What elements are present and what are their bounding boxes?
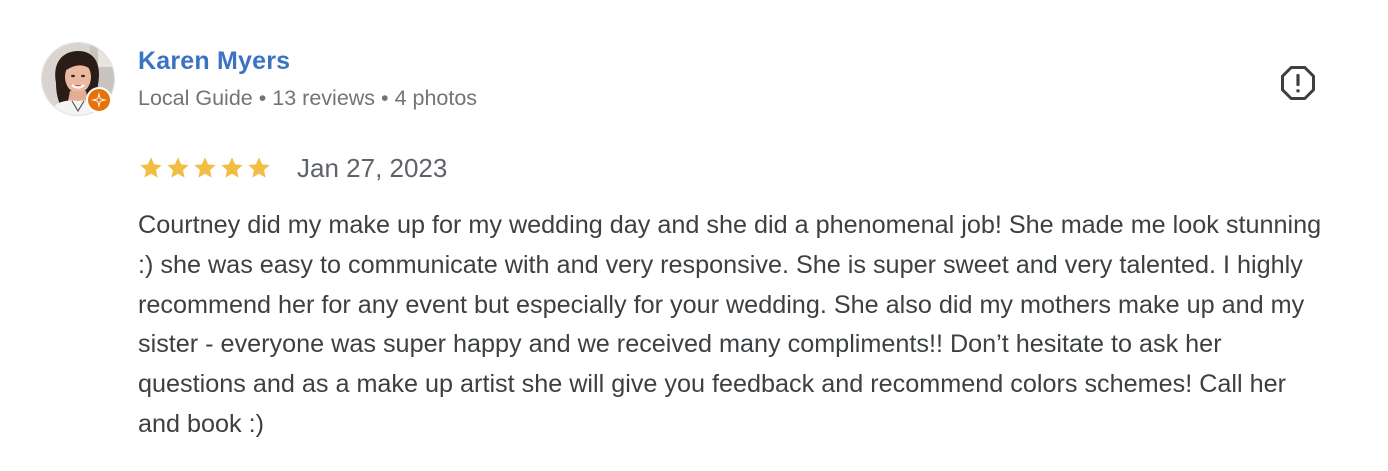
local-guide-label: Local Guide — [138, 86, 253, 110]
local-guide-badge-icon — [86, 87, 112, 113]
star-icon — [194, 157, 216, 178]
author-avatar[interactable] — [41, 42, 115, 116]
meta-separator: • — [258, 86, 267, 110]
star-icon — [167, 157, 189, 178]
rating-row: Jan 27, 2023 — [138, 150, 447, 186]
star-icon — [221, 157, 243, 178]
report-review-button[interactable] — [1279, 64, 1317, 102]
star-rating — [138, 155, 272, 181]
author-meta: Local Guide • 13 reviews • 4 photos — [138, 86, 477, 111]
review-text: Courtney did my make up for my wedding d… — [138, 211, 1322, 438]
review-date: Jan 27, 2023 — [297, 152, 448, 183]
star-icon — [140, 157, 162, 178]
meta-separator: • — [381, 86, 389, 110]
photo-count: 4 photos — [394, 86, 478, 110]
report-icon — [1281, 66, 1315, 100]
local-guide-star-icon — [91, 92, 107, 108]
review-count: 13 reviews — [272, 86, 376, 110]
author-name[interactable]: Karen Myers — [138, 47, 290, 76]
star-icon — [248, 157, 270, 178]
review-card: Karen Myers Local Guide • 13 reviews • 4 pho… — [0, 0, 1388, 471]
